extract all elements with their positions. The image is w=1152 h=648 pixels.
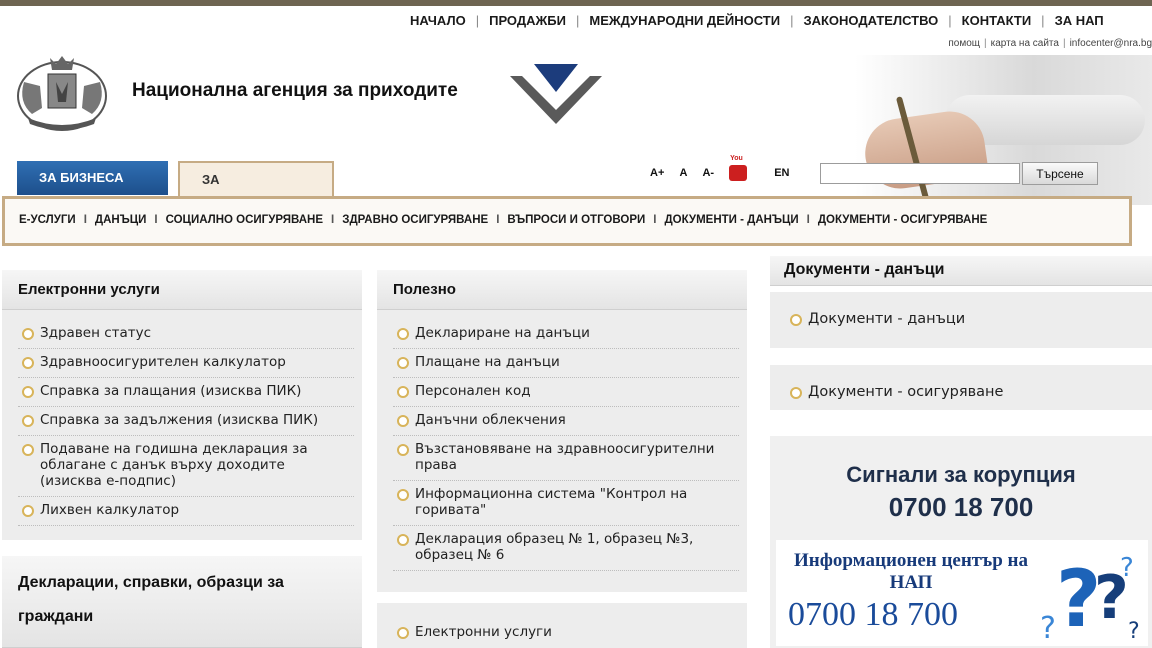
- eservice-interest-calculator[interactable]: Лихвен калкулатор: [18, 497, 354, 526]
- menu-documents-taxes[interactable]: ДОКУМЕНТИ - ДАНЪЦИ: [664, 214, 798, 226]
- eservice-payments-inquiry[interactable]: Справка за плащания (изисква ПИК): [18, 378, 354, 407]
- coat-of-arms-icon: [17, 56, 107, 131]
- menu-health-insurance[interactable]: ЗДРАВНО ОСИГУРЯВАНЕ: [342, 214, 488, 226]
- nav-home[interactable]: НАЧАЛО: [400, 13, 476, 28]
- search-input[interactable]: [820, 163, 1020, 184]
- menu-taxes[interactable]: ДАНЪЦИ: [95, 214, 146, 226]
- menu-separator: I: [653, 214, 657, 226]
- agency-name: Национална агенция за приходите: [132, 80, 458, 101]
- useful-panel: Полезно Деклариране на данъци Плащане на…: [377, 270, 747, 592]
- info-center-phone: 0700 18 700: [788, 596, 958, 633]
- useful-panel-2: Електронни услуги: [377, 603, 747, 648]
- top-border: [0, 0, 1152, 6]
- menu-separator: I: [83, 214, 87, 226]
- useful-fuel-control-system[interactable]: Информационна система "Контрол на горива…: [393, 481, 739, 526]
- promo-banner[interactable]: Сигнали за корупция 0700 18 700 Информац…: [770, 436, 1152, 648]
- nav-contacts[interactable]: КОНТАКТИ: [952, 13, 1042, 28]
- tab-for-business[interactable]: ЗА БИЗНЕСА: [17, 161, 168, 195]
- info-center-banner[interactable]: Информационен център на НАП 0700 18 700 …: [776, 540, 1148, 646]
- useful-tax-reliefs[interactable]: Данъчни облекчения: [393, 407, 739, 436]
- documents-insurance-link[interactable]: Документи - осигуряване: [786, 379, 1144, 407]
- main-menu: Е-УСЛУГИ I ДАНЪЦИ I СОЦИАЛНО ОСИГУРЯВАНЕ I ЗДР…: [2, 196, 1132, 246]
- eservice-health-status[interactable]: Здравен статус: [18, 320, 354, 349]
- svg-text:?: ?: [1040, 611, 1056, 642]
- youtube-icon[interactable]: You: [729, 155, 759, 181]
- font-normal-button[interactable]: A: [679, 167, 687, 179]
- useful-paying-taxes[interactable]: Плащане на данъци: [393, 349, 739, 378]
- menu-social-insurance[interactable]: СОЦИАЛНО ОСИГУРЯВАНЕ: [166, 214, 323, 226]
- info-center-title: Информационен център на НАП: [794, 550, 1028, 593]
- nra-logo-icon[interactable]: [510, 62, 602, 124]
- corruption-title: Сигнали за корупция: [846, 462, 1076, 487]
- menu-eservices[interactable]: Е-УСЛУГИ: [19, 214, 76, 226]
- nav-legislation[interactable]: ЗАКОНОДАТЕЛСТВО: [793, 13, 948, 28]
- font-increase-button[interactable]: A+: [650, 167, 664, 179]
- eservice-annual-declaration[interactable]: Подаване на годишна декларация за облага…: [18, 436, 354, 497]
- svg-text:?: ?: [1128, 619, 1140, 642]
- documents-taxes-title: Документи - данъци: [770, 256, 1152, 286]
- sitemap-link[interactable]: карта на сайта: [991, 38, 1059, 49]
- email-link[interactable]: infocenter@nra.bg: [1070, 38, 1152, 49]
- tab-for-citizens[interactable]: ЗА ГРАЖДАНИТЕ: [178, 161, 334, 221]
- eservice-health-calculator[interactable]: Здравноосигурителен калкулатор: [18, 349, 354, 378]
- menu-faq[interactable]: ВЪПРОСИ И ОТГОВОРИ: [507, 214, 645, 226]
- documents-insurance-panel: Документи - осигуряване: [770, 365, 1152, 410]
- question-marks-icon: ? ? ? ? ?: [1036, 546, 1148, 642]
- search-button[interactable]: Търсене: [1022, 162, 1098, 185]
- useful-declaring-taxes[interactable]: Деклариране на данъци: [393, 320, 739, 349]
- menu-separator: I: [331, 214, 335, 226]
- font-decrease-button[interactable]: A-: [702, 167, 714, 179]
- subnav-separator: |: [984, 38, 987, 49]
- help-link[interactable]: помощ: [948, 38, 980, 49]
- nav-about[interactable]: ЗА НАП: [1045, 13, 1114, 28]
- corruption-phone: 0700 18 700: [888, 492, 1034, 522]
- eservice-liabilities-inquiry[interactable]: Справка за задължения (изисква ПИК): [18, 407, 354, 436]
- utility-links: помощ | карта на сайта | infocenter@nra.bg: [948, 38, 1152, 49]
- youtube-label: You: [730, 155, 743, 162]
- toolbar: A+ A A- You EN: [650, 155, 801, 181]
- declarations-title[interactable]: Декларации, справки, образци за граждани: [2, 556, 362, 648]
- language-switch-en[interactable]: EN: [774, 167, 789, 179]
- documents-taxes-panel: Документи - данъци: [770, 292, 1152, 348]
- menu-separator: I: [496, 214, 500, 226]
- useful-declaration-forms[interactable]: Декларация образец № 1, образец №3, обра…: [393, 526, 739, 571]
- documents-taxes-link[interactable]: Документи - данъци: [786, 306, 1144, 334]
- menu-separator: I: [154, 214, 158, 226]
- useful-title: Полезно: [377, 270, 747, 310]
- nav-international[interactable]: МЕЖДУНАРОДНИ ДЕЙНОСТИ: [579, 13, 790, 28]
- declarations-panel: Декларации, справки, образци за граждани: [2, 556, 362, 648]
- useful-restore-health-rights[interactable]: Възстановяване на здравноосигурителни пр…: [393, 436, 739, 481]
- eservices-panel: Електронни услуги Здравен статус Здравно…: [2, 270, 362, 540]
- subnav-separator: |: [1062, 38, 1066, 49]
- useful-eservices-link[interactable]: Електронни услуги: [393, 619, 739, 647]
- nav-sales[interactable]: ПРОДАЖБИ: [479, 13, 576, 28]
- menu-separator: I: [806, 214, 810, 226]
- useful-personal-code[interactable]: Персонален код: [393, 378, 739, 407]
- eservices-title: Електронни услуги: [2, 270, 362, 310]
- top-navigation: НАЧАЛО | ПРОДАЖБИ | МЕЖДУНАРОДНИ ДЕЙНОСТИ | ЗА…: [400, 13, 1152, 28]
- svg-text:?: ?: [1120, 553, 1134, 583]
- menu-documents-insurance[interactable]: ДОКУМЕНТИ - ОСИГУРЯВАНЕ: [818, 214, 988, 226]
